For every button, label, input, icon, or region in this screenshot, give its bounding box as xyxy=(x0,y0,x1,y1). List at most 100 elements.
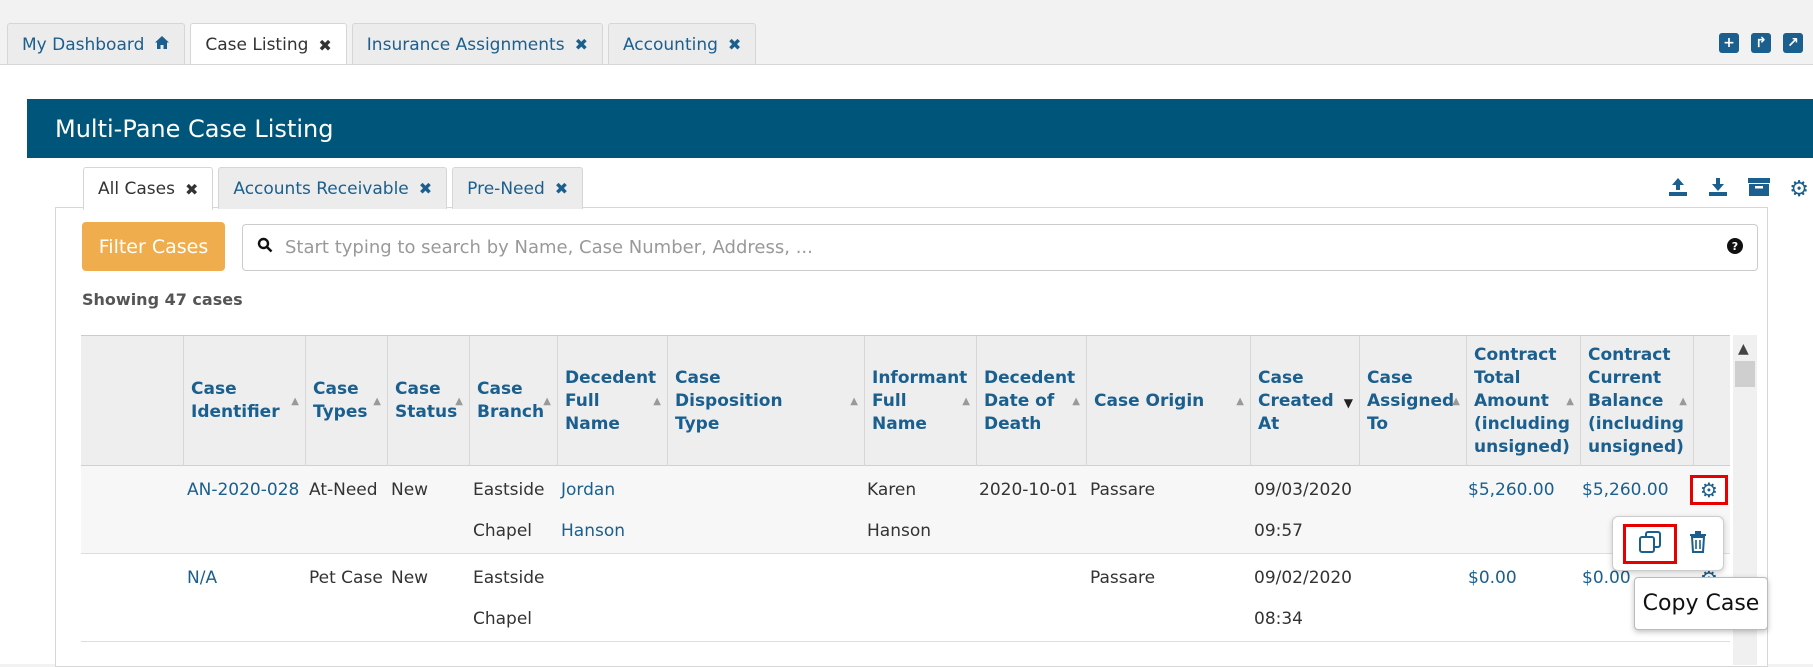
share-square-icon[interactable]: ↱ xyxy=(1751,33,1771,53)
table-row[interactable]: N/A Pet Case New Eastside Chapel Passare… xyxy=(81,554,1730,642)
external-link-square-icon[interactable]: ↗ xyxy=(1783,33,1803,53)
table-row[interactable]: AN-2020-028 At-Need New Eastside Chapel … xyxy=(81,466,1730,554)
tab-case-listing[interactable]: Case Listing ✖ xyxy=(190,23,347,66)
sort-icon: ▲ xyxy=(1072,396,1080,407)
decedent-name-link[interactable]: Jordan xyxy=(561,470,615,511)
sort-icon: ▲ xyxy=(373,396,381,407)
column-header-case-assigned-to[interactable]: Case Assigned To ▲ xyxy=(1359,336,1466,466)
case-branch-cell: Eastside xyxy=(473,480,545,500)
close-icon[interactable]: ✖ xyxy=(318,36,331,55)
trash-icon xyxy=(1688,530,1708,558)
pane-tab-bar: All Cases ✖ Accounts Receivable ✖ Pre-Ne… xyxy=(83,167,584,210)
tab-accounting[interactable]: Accounting ✖ xyxy=(607,23,757,65)
top-actions: + ↱ ↗ xyxy=(1719,33,1803,53)
column-header-case-disposition-type[interactable]: Case Disposition Type ▲ xyxy=(667,336,864,466)
row-actions-popover xyxy=(1612,516,1724,571)
tab-label: My Dashboard xyxy=(22,34,145,55)
column-header-decedent-full-name[interactable]: Decedent Full Name ▲ xyxy=(557,336,667,466)
case-identifier-link[interactable]: N/A xyxy=(187,558,217,599)
tab-insurance-assignments[interactable]: Insurance Assignments ✖ xyxy=(351,23,603,65)
close-icon[interactable]: ✖ xyxy=(575,35,588,54)
table-header: Case Identifier ▲ Case Types ▲ Case Status… xyxy=(81,335,1730,466)
column-header-case-created-at[interactable]: Case Created At ▼ xyxy=(1250,336,1359,466)
column-header-case-status[interactable]: Case Status ▲ xyxy=(387,336,469,466)
contract-total-link[interactable]: $5,260.00 xyxy=(1468,470,1555,511)
sort-icon: ▲ xyxy=(543,396,551,407)
sort-icon: ▲ xyxy=(1566,396,1574,407)
created-at-cell: 09/03/2020 xyxy=(1254,480,1352,500)
tab-label: Accounting xyxy=(622,34,718,55)
column-header-informant-full-name[interactable]: Informant Full Name ▲ xyxy=(864,336,976,466)
sort-icon: ▲ xyxy=(1679,396,1687,407)
close-icon[interactable]: ✖ xyxy=(185,180,198,199)
pane-header: Multi-Pane Case Listing xyxy=(27,99,1813,158)
column-header-case-types[interactable]: Case Types ▲ xyxy=(305,336,387,466)
sort-desc-icon: ▼ xyxy=(1343,396,1353,410)
copy-case-button[interactable] xyxy=(1623,524,1677,564)
search-input[interactable] xyxy=(285,237,1685,258)
sort-icon: ▲ xyxy=(962,396,970,407)
column-header-case-branch[interactable]: Case Branch ▲ xyxy=(469,336,557,466)
download-icon[interactable] xyxy=(1707,176,1729,203)
results-count: Showing 47 cases xyxy=(82,290,243,309)
tab-label: Insurance Assignments xyxy=(366,34,565,55)
help-icon[interactable]: ? xyxy=(1727,238,1743,254)
filter-cases-button[interactable]: Filter Cases xyxy=(82,222,225,271)
column-header-contract-total-amount[interactable]: Contract Total Amount (including unsigne… xyxy=(1466,336,1580,466)
sort-icon: ▲ xyxy=(455,396,463,407)
column-header-decedent-date-of-death[interactable]: Decedent Date of Death ▲ xyxy=(976,336,1086,466)
case-table: Case Identifier ▲ Case Types ▲ Case Status… xyxy=(81,335,1730,642)
copy-icon xyxy=(1637,530,1663,558)
case-types-cell: Pet Case xyxy=(309,568,383,588)
archive-icon[interactable] xyxy=(1747,176,1771,203)
scrollbar-thumb[interactable] xyxy=(1735,361,1755,387)
close-icon[interactable]: ✖ xyxy=(728,35,741,54)
sort-icon: ▲ xyxy=(653,396,661,407)
home-icon xyxy=(154,35,170,55)
delete-case-button[interactable] xyxy=(1683,525,1713,563)
case-types-cell: At-Need xyxy=(309,480,378,500)
decedent-name-link[interactable]: Hanson xyxy=(561,511,625,552)
pane-title: Multi-Pane Case Listing xyxy=(55,114,334,143)
sort-icon: ▲ xyxy=(1452,396,1460,407)
row-actions-gear-icon[interactable]: ⚙ xyxy=(1690,475,1728,505)
column-header-contract-current-balance[interactable]: Contract Current Balance (including unsi… xyxy=(1580,336,1693,466)
case-branch-cell: Eastside xyxy=(473,568,545,588)
date-of-death-cell: 2020-10-01 xyxy=(979,480,1078,500)
created-at-cell: 09/02/2020 xyxy=(1254,568,1352,588)
contract-balance-link[interactable]: $5,260.00 xyxy=(1582,470,1669,511)
tab-label: Case Listing xyxy=(205,35,309,55)
case-origin-cell: Passare xyxy=(1090,568,1156,588)
upload-icon[interactable] xyxy=(1667,176,1689,203)
created-at-cell: 08:34 xyxy=(1254,609,1303,629)
case-status-cell: New xyxy=(391,480,429,500)
close-icon[interactable]: ✖ xyxy=(555,179,568,198)
plus-square-icon[interactable]: + xyxy=(1719,33,1739,53)
column-header-actions xyxy=(1693,336,1730,466)
pane-actions: ⚙ xyxy=(1667,176,1809,203)
case-status-cell: New xyxy=(391,568,429,588)
tab-all-cases[interactable]: All Cases ✖ xyxy=(83,167,214,210)
case-branch-cell: Chapel xyxy=(473,609,533,629)
informant-name-cell: Hanson xyxy=(867,521,932,541)
tab-label: Pre-Need xyxy=(467,178,545,199)
tab-my-dashboard[interactable]: My Dashboard xyxy=(7,23,186,65)
contract-total-link[interactable]: $0.00 xyxy=(1468,558,1517,599)
column-header-case-origin[interactable]: Case Origin ▲ xyxy=(1086,336,1250,466)
tab-label: Accounts Receivable xyxy=(233,178,409,199)
sort-icon: ▲ xyxy=(291,396,299,407)
search-icon xyxy=(257,237,273,258)
top-tab-bar: My Dashboard Case Listing ✖ Insurance As… xyxy=(7,23,757,66)
case-origin-cell: Passare xyxy=(1090,480,1156,500)
case-branch-cell: Chapel xyxy=(473,521,533,541)
close-icon[interactable]: ✖ xyxy=(419,179,432,198)
column-header-case-identifier[interactable]: Case Identifier ▲ xyxy=(183,336,305,466)
tab-accounts-receivable[interactable]: Accounts Receivable ✖ xyxy=(218,167,448,209)
scroll-up-icon[interactable]: ▲ xyxy=(1738,341,1749,357)
copy-case-tooltip: Copy Case xyxy=(1634,577,1768,630)
case-identifier-link[interactable]: AN-2020-028 xyxy=(187,470,299,511)
tab-pre-need[interactable]: Pre-Need ✖ xyxy=(452,167,584,209)
tab-label: All Cases xyxy=(98,179,175,199)
gear-icon[interactable]: ⚙ xyxy=(1789,178,1809,201)
created-at-cell: 09:57 xyxy=(1254,521,1303,541)
